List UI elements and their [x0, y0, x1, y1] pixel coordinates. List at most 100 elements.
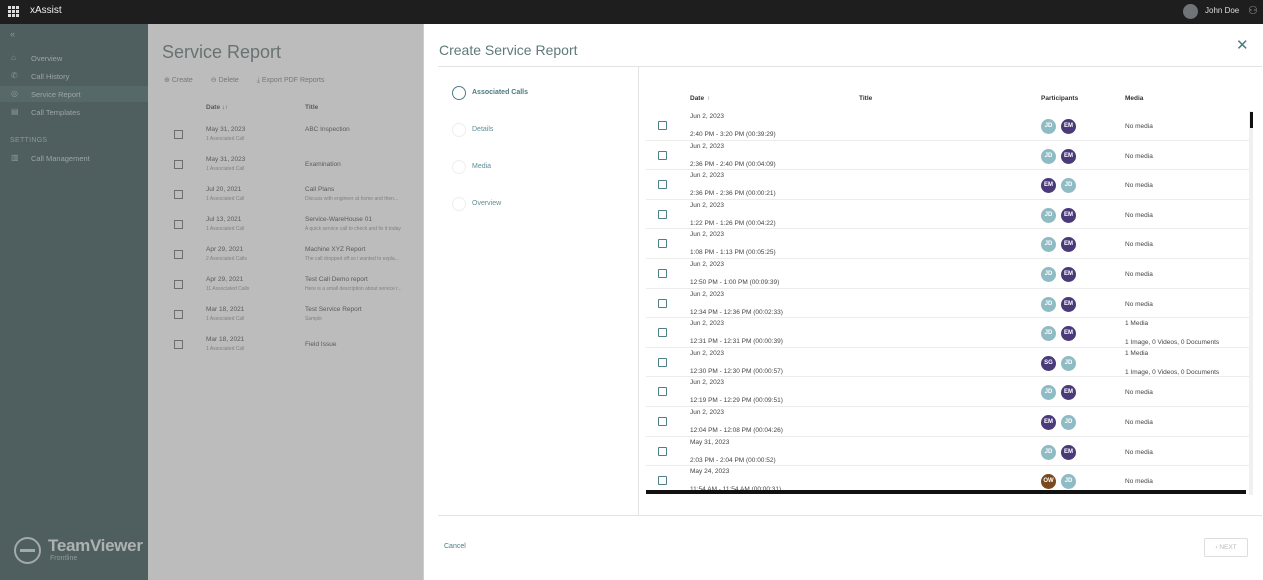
media-summary: No media — [1125, 271, 1153, 278]
table-row[interactable]: Jun 2, 2023 12:04 PM - 12:08 PM (00:04:26… — [646, 407, 1250, 437]
row-checkbox[interactable] — [658, 476, 667, 486]
step-associated-calls[interactable]: Associated Calls — [452, 86, 632, 102]
call-date: Jun 2, 2023 — [690, 172, 724, 180]
table-row[interactable]: Jun 2, 2023 12:34 PM - 12:36 PM (00:02:33… — [646, 289, 1250, 319]
calls-table: Jun 2, 2023 2:40 PM - 3:20 PM (00:39:29) J… — [646, 111, 1250, 495]
call-date: Jun 2, 2023 — [690, 231, 724, 239]
row-checkbox[interactable] — [658, 387, 667, 397]
call-date: Jun 2, 2023 — [690, 113, 724, 120]
call-date: May 24, 2023 — [690, 468, 730, 476]
divider — [638, 66, 639, 516]
sort-arrow-icon[interactable]: ↑ — [707, 95, 710, 102]
app-grid-icon[interactable] — [8, 6, 19, 17]
user-name[interactable]: John Doe — [1205, 6, 1239, 15]
participant-avatar: JD — [1041, 119, 1056, 134]
table-row[interactable]: Jun 2, 2023 12:19 PM - 12:29 PM (00:09:51… — [646, 377, 1250, 407]
call-date: Jun 2, 2023 — [690, 320, 724, 328]
vertical-scrollbar-thumb[interactable] — [1250, 112, 1253, 128]
call-date: Jun 2, 2023 — [690, 349, 724, 357]
table-row[interactable]: Jun 2, 2023 12:30 PM - 12:30 PM (00:00:57… — [646, 348, 1250, 378]
row-checkbox[interactable] — [658, 446, 667, 456]
participant-avatar: SG — [1041, 355, 1056, 371]
row-checkbox[interactable] — [658, 150, 667, 160]
horizontal-scrollbar[interactable] — [646, 490, 1246, 494]
row-checkbox[interactable] — [658, 269, 667, 278]
table-row[interactable]: Jun 2, 2023 2:40 PM - 3:20 PM (00:39:29) J… — [646, 111, 1250, 141]
media-summary: No media — [1125, 448, 1153, 456]
step-overview[interactable]: Overview — [452, 197, 632, 213]
row-checkbox[interactable] — [658, 357, 667, 367]
step-indicator — [452, 123, 466, 137]
table-row[interactable]: Jun 2, 2023 12:50 PM - 1:00 PM (00:09:39)… — [646, 259, 1250, 289]
participant-avatar: EM — [1041, 178, 1056, 194]
participant-avatar: EM — [1061, 148, 1076, 164]
call-time: 12:50 PM - 1:00 PM (00:09:39) — [690, 279, 780, 286]
participant-avatar: EM — [1061, 444, 1076, 460]
row-checkbox[interactable] — [658, 121, 667, 130]
participant-avatar: EM — [1061, 119, 1076, 134]
table-row[interactable]: May 31, 2023 2:03 PM - 2:04 PM (00:00:52)… — [646, 437, 1250, 467]
divider — [438, 515, 1262, 516]
media-summary: 1 Media — [1125, 349, 1149, 357]
user-avatar[interactable] — [1183, 4, 1198, 19]
next-button[interactable]: › NEXT — [1204, 538, 1248, 557]
divider — [438, 66, 1262, 67]
media-summary: No media — [1125, 300, 1153, 308]
call-time: 12:30 PM - 12:30 PM (00:00:57) — [690, 367, 783, 375]
cancel-button[interactable]: Cancel — [444, 543, 466, 550]
call-time: 2:36 PM - 2:36 PM (00:00:21) — [690, 190, 776, 198]
participant-avatar: JD — [1041, 296, 1056, 312]
table-row[interactable]: Jun 2, 2023 12:31 PM - 12:31 PM (00:00:39… — [646, 318, 1250, 348]
vertical-scrollbar[interactable] — [1249, 111, 1253, 495]
participant-avatar: JD — [1041, 385, 1056, 401]
create-service-report-dialog: Create Service Report ✕ Associated Calls… — [423, 24, 1263, 580]
table-row[interactable]: Jun 2, 2023 1:08 PM - 1:13 PM (00:05:25) J… — [646, 229, 1250, 259]
table-row[interactable]: Jun 2, 2023 2:36 PM - 2:40 PM (00:04:09) J… — [646, 141, 1250, 171]
media-summary: No media — [1125, 152, 1153, 160]
participant-avatar: JD — [1041, 267, 1056, 282]
table-row[interactable]: Jun 2, 2023 2:36 PM - 2:36 PM (00:00:21) E… — [646, 170, 1250, 200]
media-summary: No media — [1125, 389, 1153, 397]
call-time: 2:03 PM - 2:04 PM (00:00:52) — [690, 456, 776, 464]
step-details[interactable]: Details — [452, 123, 632, 139]
modal-backdrop[interactable] — [0, 24, 423, 580]
participant-avatar: EM — [1061, 267, 1076, 282]
call-time: 1:08 PM - 1:13 PM (00:05:25) — [690, 249, 776, 257]
column-header-media: Media — [1125, 95, 1144, 102]
call-time: 1:22 PM - 1:26 PM (00:04:22) — [690, 219, 776, 227]
column-header-date[interactable]: Date ↑ — [690, 95, 710, 102]
user-settings-icon[interactable]: ⚇ — [1248, 4, 1260, 20]
close-icon[interactable]: ✕ — [1236, 36, 1249, 54]
call-time: 12:34 PM - 12:36 PM (00:02:33) — [690, 308, 783, 316]
call-date: Jun 2, 2023 — [690, 290, 724, 298]
call-date: Jun 2, 2023 — [690, 142, 724, 150]
step-label: Media — [472, 163, 492, 170]
participant-avatar: EM — [1061, 296, 1076, 312]
row-checkbox[interactable] — [658, 239, 667, 249]
step-label: Overview — [472, 200, 502, 207]
top-bar: xAssist John Doe ⚇ — [0, 0, 1263, 24]
participant-avatar: EM — [1061, 385, 1076, 401]
call-date: May 31, 2023 — [690, 438, 730, 446]
row-checkbox[interactable] — [658, 298, 667, 308]
media-summary: No media — [1125, 419, 1153, 426]
call-date: Jun 2, 2023 — [690, 261, 724, 268]
column-header-participants: Participants — [1041, 95, 1079, 102]
step-media[interactable]: Media — [452, 160, 632, 176]
participant-avatar: JD — [1061, 474, 1076, 490]
table-row[interactable]: Jun 2, 2023 1:22 PM - 1:26 PM (00:04:22) J… — [646, 200, 1250, 230]
participant-avatar: EM — [1061, 237, 1076, 253]
row-checkbox[interactable] — [658, 417, 667, 426]
participant-avatar: JD — [1041, 207, 1056, 223]
media-summary: 1 Media — [1125, 320, 1149, 328]
row-checkbox[interactable] — [658, 209, 667, 219]
media-summary: No media — [1125, 241, 1153, 249]
row-checkbox[interactable] — [658, 180, 667, 190]
column-header-title[interactable]: Title — [859, 95, 872, 102]
participant-avatar: EM — [1061, 207, 1076, 223]
participant-avatar: JD — [1041, 326, 1056, 342]
row-checkbox[interactable] — [658, 328, 667, 338]
call-time: 12:31 PM - 12:31 PM (00:00:39) — [690, 338, 783, 346]
step-label: Details — [472, 126, 494, 133]
call-date: Jun 2, 2023 — [690, 409, 724, 416]
